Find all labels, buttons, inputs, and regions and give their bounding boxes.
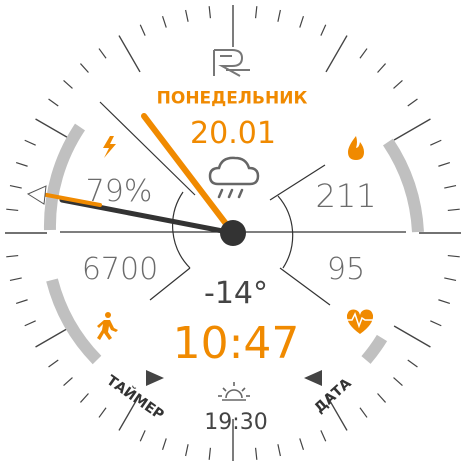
- minor-tick: [320, 430, 327, 442]
- heart-rate-value: 95: [326, 252, 366, 287]
- minor-tick: [161, 15, 167, 28]
- minor-tick: [444, 277, 457, 281]
- minor-tick: [15, 161, 28, 167]
- steps-gauge: [46, 278, 102, 365]
- minor-tick: [320, 24, 327, 36]
- minor-tick: [79, 393, 89, 403]
- steps-value: 6700: [81, 252, 159, 287]
- play-left-icon[interactable]: [146, 370, 164, 386]
- minor-tick: [407, 359, 418, 368]
- minor-tick: [185, 444, 189, 457]
- minor-tick: [139, 430, 146, 442]
- major-tick: [325, 35, 348, 73]
- minor-tick: [98, 48, 107, 59]
- calories-gauge: [382, 138, 424, 233]
- minor-tick: [359, 407, 368, 418]
- flame-icon: [348, 136, 364, 160]
- minor-tick: [254, 447, 258, 460]
- minor-tick: [24, 320, 36, 327]
- minor-tick: [208, 6, 212, 19]
- digital-time: 10:47: [172, 318, 300, 369]
- play-right-icon[interactable]: [304, 370, 322, 386]
- minor-tick: [48, 359, 59, 368]
- date-value: 20.01: [190, 116, 276, 151]
- minor-tick: [24, 139, 36, 146]
- minor-tick: [444, 185, 457, 189]
- minor-tick: [277, 9, 281, 22]
- minor-tick: [185, 9, 189, 22]
- calories-value: 211: [315, 177, 377, 215]
- weather-cloud-rain-icon: [208, 156, 260, 199]
- minor-tick: [393, 377, 403, 387]
- minor-tick: [63, 377, 73, 387]
- major-tick: [35, 118, 73, 141]
- major-tick: [118, 35, 141, 73]
- minor-tick: [430, 320, 442, 327]
- minor-tick: [48, 98, 59, 107]
- minor-tick: [407, 98, 418, 107]
- battery-gauge: [43, 123, 86, 231]
- minor-tick: [438, 299, 451, 305]
- hands-pivot: [220, 220, 246, 246]
- walker-icon: [97, 312, 118, 340]
- minor-tick: [9, 185, 22, 189]
- watch-face: [5, 5, 461, 461]
- heart-pulse-icon: [344, 309, 376, 334]
- heart-gauge: [361, 334, 388, 364]
- minor-tick: [299, 438, 305, 451]
- minor-tick: [161, 438, 167, 451]
- minor-tick: [299, 15, 305, 28]
- minor-tick: [377, 63, 387, 73]
- minor-tick: [393, 79, 403, 89]
- minor-tick: [98, 407, 107, 418]
- logo-r-icon: [213, 49, 250, 77]
- minor-tick: [9, 277, 22, 281]
- minor-tick: [79, 63, 89, 73]
- major-tick: [393, 325, 431, 348]
- minor-tick: [139, 24, 146, 36]
- minor-tick: [377, 393, 387, 403]
- minor-tick: [6, 254, 19, 258]
- minor-tick: [6, 208, 19, 212]
- minor-tick: [208, 447, 212, 460]
- minor-tick: [359, 48, 368, 59]
- day-label: ПОНЕДЕЛЬНИК: [156, 88, 308, 109]
- major-tick: [393, 118, 431, 141]
- seconds-tip: [26, 185, 47, 205]
- battery-value: 79%: [85, 174, 153, 209]
- minor-tick: [447, 254, 460, 258]
- lightning-icon: [103, 136, 116, 158]
- minor-tick: [15, 299, 28, 305]
- minor-tick: [277, 444, 281, 457]
- sunrise-time: 19:30: [204, 410, 268, 435]
- minor-tick: [63, 79, 73, 89]
- minor-tick: [438, 161, 451, 167]
- minor-tick: [447, 208, 460, 212]
- minor-tick: [430, 139, 442, 146]
- sunrise-icon: [218, 382, 250, 401]
- minor-tick: [254, 6, 258, 19]
- temperature-value: -14°: [204, 276, 268, 311]
